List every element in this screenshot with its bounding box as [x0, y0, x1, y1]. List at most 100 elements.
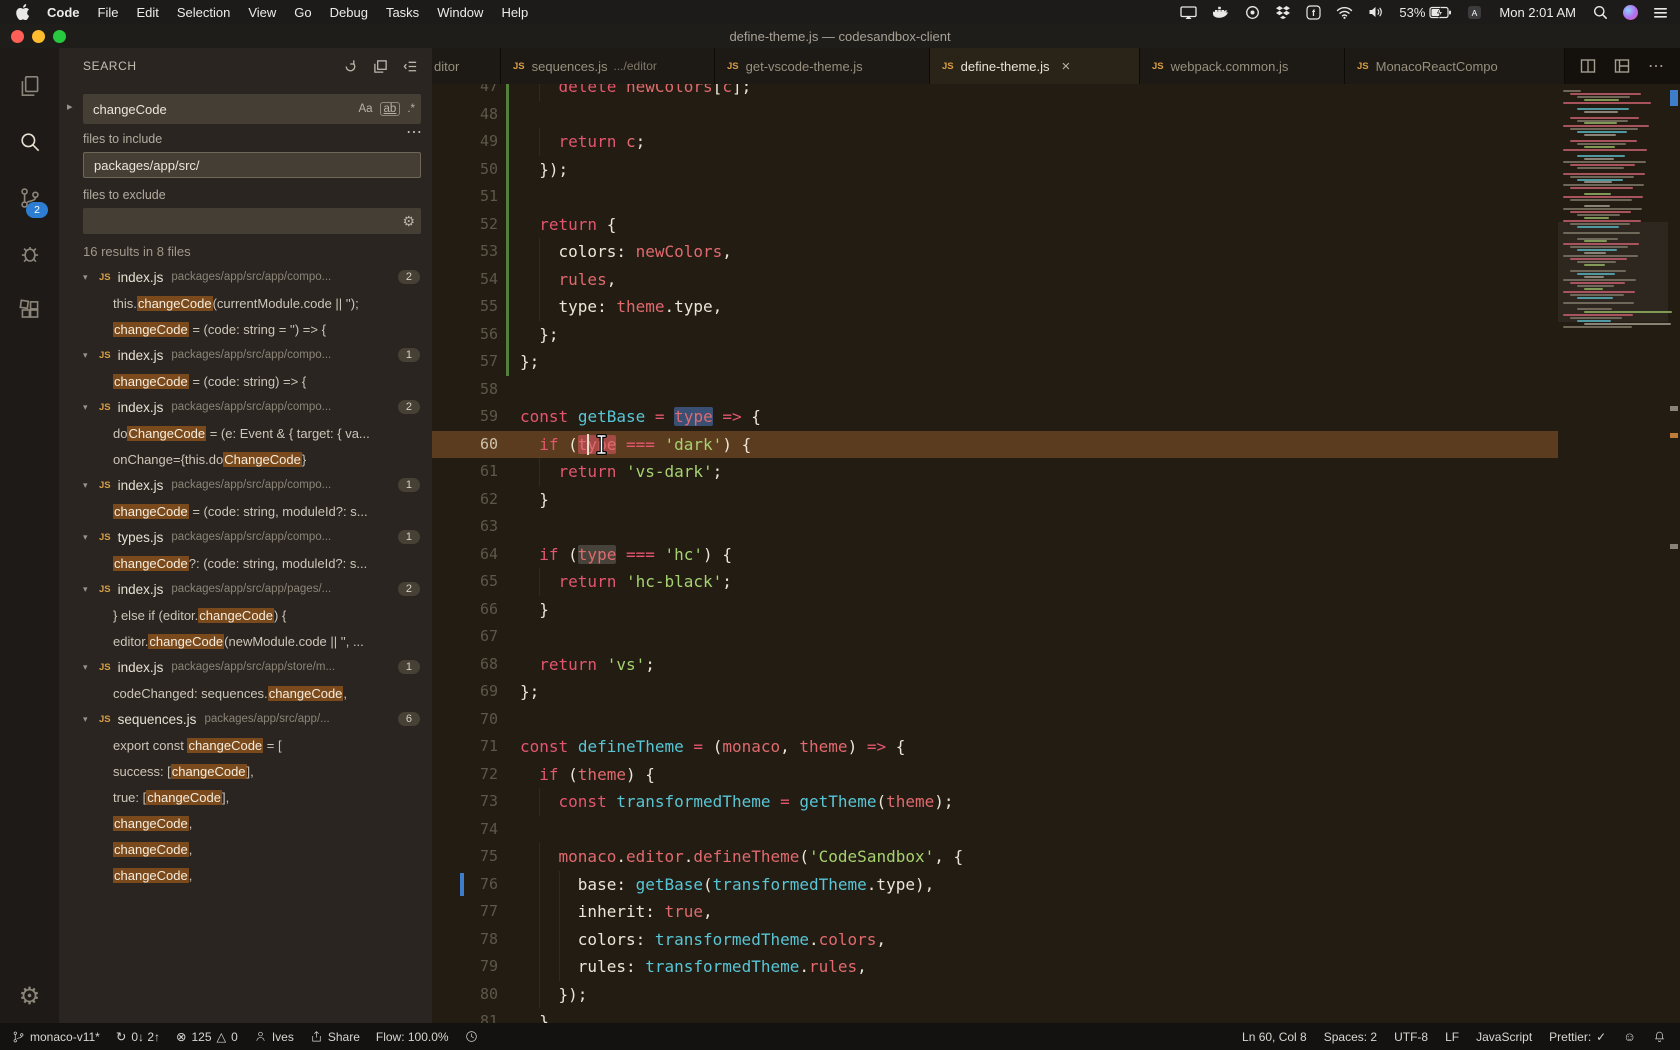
menu-go[interactable]: Go [285, 5, 320, 20]
search-file-row[interactable]: ▾JSindex.jspackages/app/src/app/store/m.… [59, 654, 432, 680]
line-number[interactable]: 47 [432, 84, 498, 101]
code-text[interactable]: return { [520, 211, 616, 239]
debug-icon[interactable] [0, 226, 59, 282]
search-match-row[interactable]: this.changeCode(currentModule.code || ''… [59, 290, 432, 316]
zoom-window-button[interactable] [53, 30, 66, 43]
liveshare-status[interactable]: Ives [254, 1030, 294, 1044]
search-input[interactable] [91, 101, 351, 118]
encoding-status[interactable]: UTF-8 [1394, 1030, 1428, 1044]
spotlight-icon[interactable] [1593, 5, 1608, 20]
docker-icon[interactable] [1212, 5, 1230, 19]
share-status[interactable]: Share [310, 1030, 360, 1044]
expand-chevron-icon[interactable]: ▾ [83, 714, 97, 725]
line-number[interactable]: 54 [432, 266, 498, 294]
extensions-icon[interactable] [0, 282, 59, 338]
line-number[interactable]: 75 [432, 843, 498, 871]
search-file-row[interactable]: ▾JStypes.jspackages/app/src/app/compo...… [59, 524, 432, 550]
search-match-row[interactable]: changeCode = (code: string = '') => { [59, 316, 432, 342]
messenger-icon[interactable]: f [1306, 5, 1321, 20]
code-text[interactable]: base: getBase(transformedTheme.type), [520, 871, 934, 899]
search-match-row[interactable]: } else if (editor.changeCode) { [59, 602, 432, 628]
wifi-icon[interactable] [1336, 6, 1353, 19]
more-actions-icon[interactable]: ⋯ [1648, 56, 1664, 76]
line-number[interactable]: 67 [432, 623, 498, 651]
prettier-status[interactable]: Prettier:✓ [1549, 1030, 1606, 1044]
expand-chevron-icon[interactable]: ▾ [83, 272, 97, 283]
minimize-window-button[interactable] [32, 30, 45, 43]
refresh-icon[interactable] [343, 59, 358, 74]
expand-chevron-icon[interactable]: ▾ [83, 402, 97, 413]
code-text[interactable]: rules, [520, 266, 616, 294]
menubar-clock[interactable]: Mon 2:01 AM [1497, 5, 1578, 20]
menu-help[interactable]: Help [492, 5, 537, 20]
tab-define-theme-js[interactable]: JSdefine-theme.js× [930, 48, 1140, 84]
tab-clipped[interactable]: ditor [432, 48, 501, 84]
code-text[interactable]: }); [520, 156, 568, 184]
menu-edit[interactable]: Edit [127, 5, 167, 20]
code-text[interactable]: monaco.editor.defineTheme('CodeSandbox',… [520, 843, 963, 871]
code-text[interactable]: inherit: true, [520, 898, 713, 926]
source-control-icon[interactable]: 2 [0, 170, 59, 226]
menu-debug[interactable]: Debug [321, 5, 377, 20]
code-text[interactable]: colors: transformedTheme.colors, [520, 926, 886, 954]
search-match-row[interactable]: onChange={this.doChangeCode} [59, 446, 432, 472]
line-number[interactable]: 57 [432, 348, 498, 376]
screen-mirroring-icon[interactable] [1180, 5, 1197, 20]
line-number[interactable]: 79 [432, 953, 498, 981]
line-number[interactable]: 78 [432, 926, 498, 954]
notifications-bell-icon[interactable] [1653, 1030, 1666, 1044]
feedback-smiley-icon[interactable]: ☺ [1623, 1030, 1636, 1044]
code-text[interactable]: }; [520, 321, 559, 349]
line-number[interactable]: 70 [432, 706, 498, 734]
line-number[interactable]: 62 [432, 486, 498, 514]
expand-chevron-icon[interactable]: ▾ [83, 480, 97, 491]
menu-selection[interactable]: Selection [168, 5, 239, 20]
tab-monacoreactcompo[interactable]: JSMonacoReactCompo [1345, 48, 1565, 84]
menu-view[interactable]: View [239, 5, 285, 20]
search-file-row[interactable]: ▾JSindex.jspackages/app/src/app/compo...… [59, 342, 432, 368]
line-number[interactable]: 81 [432, 1008, 498, 1023]
line-number[interactable]: 69 [432, 678, 498, 706]
code-text[interactable]: const getBase = type => { [520, 403, 761, 431]
line-number[interactable]: 74 [432, 816, 498, 844]
git-sync-status[interactable]: ↻ 0↓ 2↑ [116, 1029, 160, 1044]
line-number[interactable]: 59 [432, 403, 498, 431]
files-to-exclude-input[interactable] [91, 213, 402, 230]
line-number[interactable]: 51 [432, 183, 498, 211]
line-number[interactable]: 63 [432, 513, 498, 541]
new-search-editor-icon[interactable] [373, 59, 388, 74]
search-match-row[interactable]: changeCode = (code: string) => { [59, 368, 432, 394]
search-file-row[interactable]: ▾JSindex.jspackages/app/src/app/compo...… [59, 472, 432, 498]
line-number[interactable]: 52 [432, 211, 498, 239]
line-number[interactable]: 76 [432, 871, 498, 899]
line-number[interactable]: 48 [432, 101, 498, 129]
code-text[interactable]: } [520, 1008, 549, 1023]
code-text[interactable]: }; [520, 348, 539, 376]
line-number[interactable]: 71 [432, 733, 498, 761]
line-number[interactable]: 55 [432, 293, 498, 321]
line-number[interactable]: 58 [432, 376, 498, 404]
line-number[interactable]: 80 [432, 981, 498, 1009]
git-branch-status[interactable]: monaco-v11* [12, 1030, 100, 1044]
line-number[interactable]: 66 [432, 596, 498, 624]
line-number[interactable]: 53 [432, 238, 498, 266]
settings-gear-icon[interactable]: ⚙ [19, 982, 41, 1011]
code-text[interactable]: colors: newColors, [520, 238, 732, 266]
eol-status[interactable]: LF [1445, 1030, 1459, 1044]
search-match-row[interactable]: true: [changeCode], [59, 784, 432, 810]
code-text[interactable]: if (type === 'hc') { [520, 541, 732, 569]
exclude-settings-gear-icon[interactable]: ⚙ [402, 213, 415, 230]
search-match-row[interactable]: changeCode = (code: string, moduleId?: s… [59, 498, 432, 524]
menu-window[interactable]: Window [428, 5, 492, 20]
apple-menu[interactable] [12, 4, 38, 20]
regex-icon[interactable]: .* [407, 103, 415, 115]
problems-status[interactable]: ⊗ 125 △ 0 [176, 1029, 238, 1044]
search-match-row[interactable]: changeCode, [59, 810, 432, 836]
code-text[interactable]: delete newColors[c]; [520, 84, 751, 101]
tab-webpack-common-js[interactable]: JSwebpack.common.js [1140, 48, 1345, 84]
expand-chevron-icon[interactable]: ▾ [83, 350, 97, 361]
toggle-replace-icon[interactable]: ▸ [67, 100, 73, 113]
code-text[interactable]: return 'vs'; [520, 651, 655, 679]
code-text[interactable]: }; [520, 678, 539, 706]
search-match-row[interactable]: changeCode, [59, 862, 432, 888]
